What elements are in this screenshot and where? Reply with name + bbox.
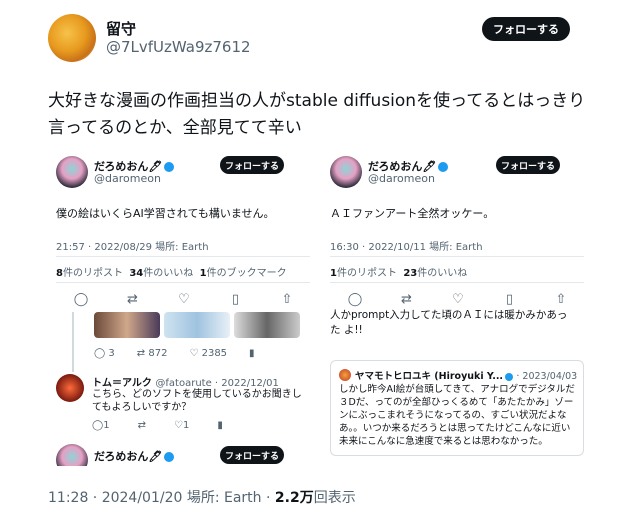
divider [56,282,310,283]
left-shot-meta: 21:57 · 2022/08/29 場所: Earth [56,242,209,253]
left-screenshot[interactable]: だろめおん🖊 @daromeon フォローする 僕の絵はいくらAI学習されても構… [52,148,314,466]
tweet-text: 大好きな漫画の作画担当の人がstable diffusionを使ってるとはっきり… [48,91,586,138]
reply-icon: ◯ [94,348,106,359]
left-shot-follow-button: フォローする [220,446,284,464]
verified-icon [164,452,175,462]
divider [330,282,584,283]
verified-icon [164,162,175,172]
like-icon: ♡ [452,291,464,307]
right-shot-handle: @daromeon [368,172,435,185]
quote-avatar [339,369,351,381]
left-shot-avatar [56,444,88,466]
share-icon: ⇧ [555,291,567,307]
reply-icon: ◯ [92,420,104,431]
left-shot-actions: ◯ ⇄ ♡ ▯ ⇧ [73,291,294,307]
right-screenshot[interactable]: だろめおん🖊 @daromeon フォローする ＡＩファンアート全然オッケー。 … [326,148,588,458]
retweet-icon: ⇄ [137,420,146,431]
like-icon: ♡ [189,348,199,359]
left-shot-stats: 8件のリポスト 34件のいいね 1件のブックマーク [56,268,287,279]
author-avatar[interactable] [48,14,96,62]
right-shot-stats: 1件のリポスト 23件のいいね [330,268,468,279]
verified-icon [505,372,514,381]
image-thumbnail [164,312,230,338]
author-name[interactable]: 留守 [106,18,136,39]
views-icon: ▮ [217,420,223,431]
left-shot-bottom-name: だろめおん🖊 [94,448,175,464]
reply-icon: ◯ [73,291,89,307]
like-icon: ♡ [173,420,183,431]
right-shot-cut-text: 人かprompt入力してた頃のＡＩには暖かみかあった よ!! [330,309,568,336]
bookmark-icon: ▯ [231,291,240,307]
reply-text: こちら、どのソフトを使用しているかお聞きしてもよろしいですか？ [92,389,302,413]
reply-stats: ◯ 3 ⇄ 872 ♡ 2385 ▮ [94,348,255,359]
divider [56,256,310,257]
reply-avatar [56,374,84,402]
quote-tweet: ヤマモトヒロユキ (Hiroyuki Y... · 2023/04/03 しかし… [330,360,584,456]
right-shot-actions: ◯ ⇄ ♡ ▯ ⇧ [347,291,568,307]
retweet-icon: ⇄ [401,291,412,307]
image-thumbnail [94,312,160,338]
right-shot-text: ＡＩファンアート全然オッケー。 [330,207,495,220]
right-shot-meta: 16:30 · 2022/10/11 場所: Earth [330,242,483,253]
image-thumbnail [234,312,300,338]
left-shot-follow-button: フォローする [220,156,284,174]
views-icon: ▮ [249,348,255,359]
follow-button[interactable]: フォローする [482,17,570,41]
thread-line [72,312,74,372]
reply-actions: ◯1 ⇄ ♡1 ▮ [92,420,223,431]
left-shot-handle: @daromeon [94,172,161,185]
right-shot-avatar [330,156,362,188]
quote-author: ヤマモトヒロユキ (Hiroyuki Y... · 2023/04/03 [355,371,578,382]
bookmark-icon: ▯ [505,291,514,307]
share-icon: ⇧ [281,291,293,307]
like-icon: ♡ [178,291,190,307]
retweet-icon: ⇄ [127,291,138,307]
left-shot-text: 僕の絵はいくらAI学習されても構いません。 [56,207,275,220]
right-shot-follow-button: フォローする [496,156,560,174]
author-handle[interactable]: @7LvfUzWa9z7612 [106,38,251,56]
verified-icon [438,162,449,172]
quote-text: しかし昨今AI絵が台頭してきて、アナログでデジタルだ３Dだ、ってのが全部ひっくる… [339,384,575,447]
divider [330,256,584,257]
reply-author: トム＝アルク @fatoarute · 2022/12/01 [92,378,279,389]
reply-icon: ◯ [347,291,363,307]
tweet-footer: 11:28 · 2024/01/20 場所: Earth · 2.2万回表示 [48,490,356,506]
retweet-icon: ⇄ [136,348,146,359]
left-shot-avatar [56,156,88,188]
